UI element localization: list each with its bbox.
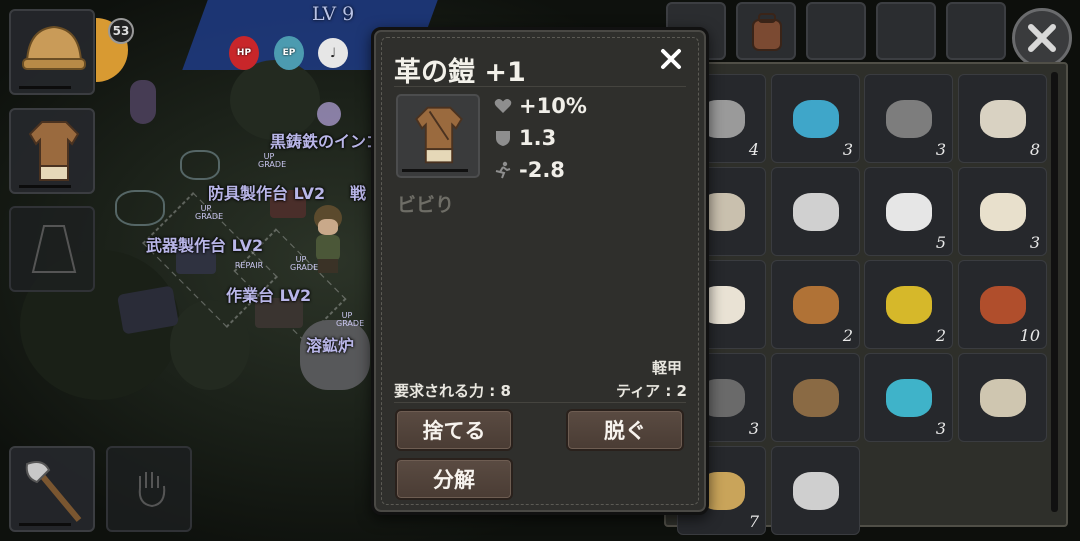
- item-count: 3: [935, 419, 946, 438]
- inventory-slot-silver-ore[interactable]: [771, 446, 860, 535]
- station-label-furnace: 溶鉱炉: [306, 336, 355, 355]
- stat-health: +10%: [493, 94, 587, 118]
- map-icon: [979, 378, 1026, 417]
- bandage-icon: [979, 99, 1026, 138]
- equip-slot-weapon[interactable]: [9, 446, 95, 532]
- level-text: LV 9: [312, 3, 355, 25]
- item-title: 革の鎧 +1: [394, 57, 526, 88]
- item-count: 7: [748, 512, 759, 531]
- inventory-slot-pickaxe[interactable]: [771, 353, 860, 442]
- stat-defense: 1.3: [493, 126, 556, 150]
- inventory-slot-copper-ore[interactable]: 10: [958, 260, 1047, 349]
- inventory-slot-gear[interactable]: 3: [864, 74, 953, 163]
- crystal-shards-icon: [885, 378, 932, 417]
- equip-slot-armor[interactable]: [9, 108, 95, 194]
- hunger-icon[interactable]: ♩: [318, 38, 348, 68]
- cloak-icon: [31, 225, 77, 273]
- item-description: ビビり: [397, 194, 455, 216]
- inventory-slot-seeds[interactable]: 3: [958, 167, 1047, 256]
- stat-speed: -2.8: [493, 158, 565, 182]
- axe-icon: [25, 461, 82, 522]
- tab-pet[interactable]: [946, 2, 1006, 60]
- divider: [394, 86, 686, 87]
- inventory-scrollbar[interactable]: [1051, 72, 1058, 512]
- leather-armor-icon: [415, 106, 463, 164]
- divider: [394, 402, 686, 403]
- close-icon: [1028, 24, 1056, 52]
- upgrade-icon[interactable]: UP GRADE: [290, 256, 318, 272]
- fish-skeleton-icon: [792, 192, 839, 231]
- equip-slot-cloak[interactable]: [9, 206, 95, 292]
- hp-indicator[interactable]: HP: [229, 36, 259, 70]
- helmet-icon: [22, 25, 86, 70]
- white-ore-icon: [885, 192, 932, 231]
- item-count: 3: [842, 140, 853, 159]
- dialog-close-button[interactable]: [656, 44, 686, 74]
- item-icon-box: [396, 94, 480, 178]
- tab-pouch[interactable]: [876, 2, 936, 60]
- heart-icon: [493, 96, 513, 116]
- leather-armor-icon: [28, 121, 80, 181]
- sulfur-icon: [885, 285, 932, 324]
- item-count: 3: [935, 140, 946, 159]
- blue-crystal-icon: [792, 99, 839, 138]
- item-count: 4: [748, 140, 759, 159]
- disassemble-button[interactable]: 分解: [395, 458, 513, 500]
- unequip-button[interactable]: 脱ぐ: [566, 409, 684, 451]
- inventory-slot-sulfur[interactable]: 2: [864, 260, 953, 349]
- backpack-icon: [752, 13, 782, 51]
- item-count: 3: [748, 419, 759, 438]
- inventory-slot-fish-skeleton[interactable]: [771, 167, 860, 256]
- item-tier: ティア : 2: [616, 382, 687, 400]
- item-count: 10: [1019, 326, 1040, 345]
- upgrade-icon[interactable]: UP GRADE: [195, 205, 223, 221]
- item-count: 3: [1029, 233, 1040, 252]
- station-label-partial: 戦: [350, 184, 367, 203]
- required-strength: 要求される力 : 8: [394, 382, 511, 400]
- running-icon: [493, 160, 513, 180]
- ghost-icon: [317, 102, 341, 126]
- inventory-slot-leather[interactable]: 2: [771, 260, 860, 349]
- item-count: 5: [935, 233, 946, 252]
- gear-icon: [885, 99, 932, 138]
- inventory-slot-blue-crystal[interactable]: 3: [771, 74, 860, 163]
- skeleton-object: [115, 190, 165, 226]
- shield-icon: [493, 128, 513, 148]
- equip-slot-helmet[interactable]: [9, 9, 95, 95]
- inventory-slot-crystal-shards[interactable]: 3: [864, 353, 953, 442]
- leather-icon: [792, 285, 839, 324]
- item-count: 2: [935, 326, 946, 345]
- inventory-slot-map[interactable]: [958, 353, 1047, 442]
- discard-button[interactable]: 捨てる: [395, 409, 513, 451]
- upgrade-icon[interactable]: UP GRADE: [258, 153, 286, 169]
- player-level-badge: 53: [108, 18, 134, 44]
- armor-type: 軽甲: [652, 359, 683, 377]
- close-inventory-button[interactable]: [1012, 8, 1072, 68]
- repair-icon[interactable]: REPAIR: [232, 262, 266, 270]
- potion-object: [130, 80, 156, 124]
- inventory-slot-white-ore[interactable]: 5: [864, 167, 953, 256]
- item-count: 8: [1029, 140, 1040, 159]
- equip-slot-offhand[interactable]: [106, 446, 192, 532]
- close-icon: [661, 49, 681, 69]
- glove-icon: [138, 472, 166, 508]
- station-label-armor-table: 防具製作台 LV2: [208, 184, 326, 203]
- tab-chest[interactable]: [806, 2, 866, 60]
- silver-ore-icon: [792, 471, 839, 510]
- tab-backpack[interactable]: [736, 2, 796, 60]
- station-label-weapon-table: 武器製作台 LV2: [146, 236, 264, 255]
- pickaxe-icon: [792, 378, 839, 417]
- item-count: 2: [842, 326, 853, 345]
- station-label-workbench: 作業台 LV2: [226, 286, 312, 305]
- inventory-slot-bandage[interactable]: 8: [958, 74, 1047, 163]
- upgrade-icon[interactable]: UP GRADE: [336, 312, 364, 328]
- skeleton-object: [180, 150, 220, 180]
- ep-indicator[interactable]: EP: [274, 36, 304, 70]
- copper-ore-icon: [979, 285, 1026, 324]
- seeds-icon: [979, 192, 1026, 231]
